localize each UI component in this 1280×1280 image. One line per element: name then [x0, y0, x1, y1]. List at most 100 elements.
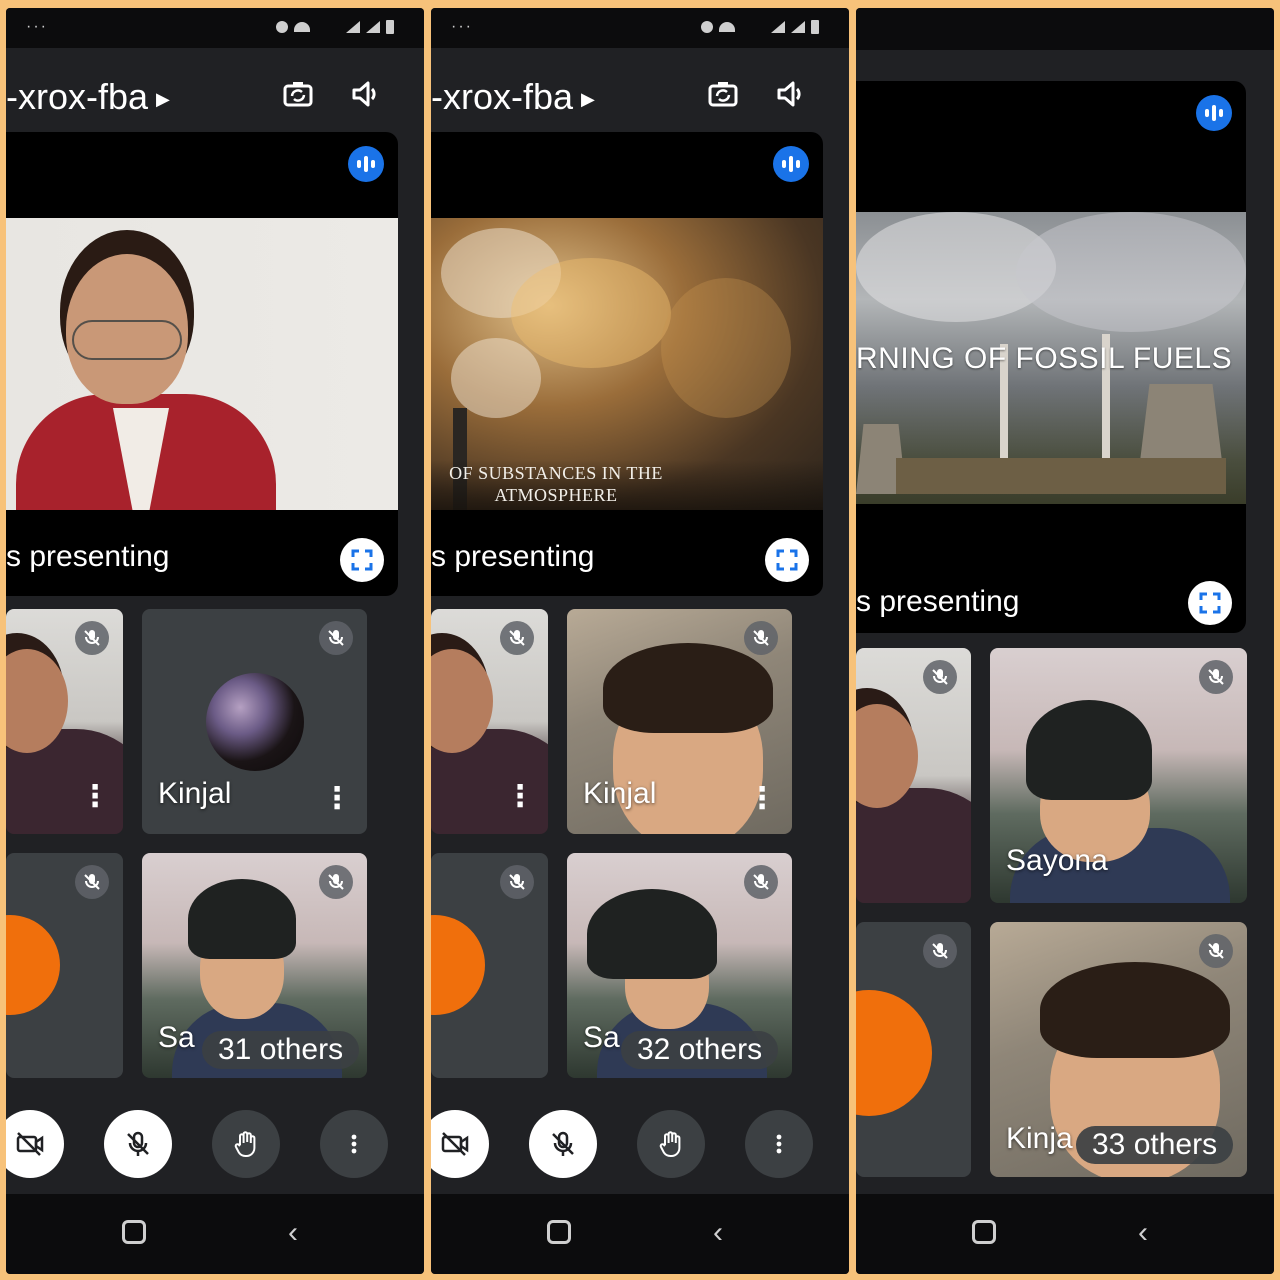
status-bar: ···: [6, 8, 424, 48]
mic-off-icon: [923, 934, 957, 968]
fullscreen-button[interactable]: [340, 538, 384, 582]
participant-tile-teacher[interactable]: ⋮: [6, 609, 123, 834]
participant-tile-sayona[interactable]: Sayona: [990, 648, 1247, 903]
more-vert-icon[interactable]: ⋮: [747, 781, 777, 816]
wifi-icon: [294, 22, 310, 32]
raise-hand-button[interactable]: [637, 1110, 705, 1178]
mic-off-icon: [500, 621, 534, 655]
status-icons: [276, 20, 394, 34]
more-options-button[interactable]: [320, 1110, 388, 1178]
participant-name: Kinjal: [158, 777, 232, 810]
status-bar: [856, 8, 1274, 50]
meeting-code-button[interactable]: -xrox-fba ▶: [6, 76, 170, 118]
others-count-chip[interactable]: 31 others: [202, 1031, 360, 1069]
shared-screen: OF SUBSTANCES IN THE ATMOSPHERE: [431, 218, 823, 510]
presentation-card: s presenting: [6, 132, 398, 596]
mic-off-icon: [1199, 934, 1233, 968]
camera-off-button[interactable]: [431, 1110, 489, 1178]
signal-icon: [346, 21, 360, 33]
camera-off-icon: [16, 1132, 44, 1156]
back-icon[interactable]: ‹: [1138, 1216, 1148, 1250]
audio-level-icon: [348, 146, 384, 182]
home-icon[interactable]: [122, 1220, 146, 1244]
slide-caption: OF SUBSTANCES IN THE ATMOSPHERE: [449, 463, 663, 505]
slide-title: RNING OF FOSSIL FUELS: [856, 342, 1233, 375]
avatar: [431, 915, 485, 1015]
speaker-icon[interactable]: [348, 76, 384, 112]
participant-tile-orange[interactable]: [431, 853, 548, 1078]
switch-camera-icon[interactable]: [280, 76, 316, 112]
others-count-chip[interactable]: 32 others: [621, 1031, 779, 1069]
mic-off-icon: [319, 865, 353, 899]
camera-off-button[interactable]: [6, 1110, 64, 1178]
fullscreen-button[interactable]: [1188, 581, 1232, 625]
signal-icon: [366, 21, 380, 33]
call-controls: [431, 1108, 849, 1178]
mic-off-icon: [744, 865, 778, 899]
more-vert-icon: [776, 1134, 782, 1154]
participant-tile-sayona[interactable]: Sa 31 others: [142, 853, 367, 1078]
mic-off-button[interactable]: [104, 1110, 172, 1178]
caret-right-icon: ▶: [581, 88, 595, 109]
mic-off-icon: [75, 865, 109, 899]
status-bar: ···: [431, 8, 849, 48]
speaker-icon[interactable]: [773, 76, 809, 112]
more-vert-icon[interactable]: ⋮: [80, 779, 110, 814]
participant-tile-orange[interactable]: [856, 922, 971, 1177]
wifi-icon: [719, 22, 735, 32]
audio-level-icon: [1196, 95, 1232, 131]
phone-screen-2: ··· -xrox-fba ▶ OF SUBSTANCES IN THE ATM…: [431, 8, 849, 1274]
meeting-code-button[interactable]: -xrox-fba ▶: [431, 76, 595, 118]
more-vert-icon[interactable]: ⋮: [505, 779, 535, 814]
signal-icon: [791, 21, 805, 33]
participant-name: Sayona: [1006, 844, 1108, 877]
more-vert-icon[interactable]: ⋮: [322, 781, 352, 816]
mic-off-button[interactable]: [529, 1110, 597, 1178]
camera-off-icon: [441, 1132, 469, 1156]
overflow-dots: ···: [26, 18, 48, 35]
more-options-button[interactable]: [745, 1110, 813, 1178]
avatar: [206, 673, 304, 771]
participant-tile-kinjal[interactable]: Kinjal ⋮: [567, 609, 792, 834]
avatar: [6, 915, 60, 1015]
call-controls: [6, 1108, 424, 1178]
system-nav-bar: ‹: [431, 1194, 849, 1274]
more-vert-icon: [351, 1134, 357, 1154]
participant-tile-orange[interactable]: [6, 853, 123, 1078]
system-nav-bar: ‹: [6, 1194, 424, 1274]
mic-off-icon: [552, 1131, 574, 1156]
meeting-code: -xrox-fba: [6, 76, 149, 117]
raise-hand-icon: [659, 1131, 681, 1157]
presenting-label: s presenting: [856, 585, 1020, 618]
back-icon[interactable]: ‹: [288, 1216, 298, 1250]
mic-off-icon: [127, 1131, 149, 1156]
participant-tile-teacher[interactable]: ⋮: [431, 609, 548, 834]
meeting-toolbar: -xrox-fba ▶: [6, 48, 424, 138]
status-icons: [701, 20, 819, 34]
switch-camera-icon[interactable]: [705, 76, 741, 112]
meeting-code: -xrox-fba: [431, 76, 574, 117]
avatar: [856, 990, 932, 1116]
mic-off-icon: [744, 621, 778, 655]
mic-off-icon: [500, 865, 534, 899]
phone-screen-3: RNING OF FOSSIL FUELS s presenting Sayon…: [856, 8, 1274, 1274]
volte-icon: [741, 21, 765, 33]
fullscreen-icon: [776, 549, 798, 571]
presentation-card: OF SUBSTANCES IN THE ATMOSPHERE s presen…: [431, 132, 823, 596]
back-icon[interactable]: ‹: [713, 1216, 723, 1250]
home-icon[interactable]: [547, 1220, 571, 1244]
home-icon[interactable]: [972, 1220, 996, 1244]
mic-off-icon: [1199, 660, 1233, 694]
fullscreen-button[interactable]: [765, 538, 809, 582]
participant-tile-teacher[interactable]: [856, 648, 971, 903]
participant-tile-sayona[interactable]: Sa 32 others: [567, 853, 792, 1078]
participant-tile-kinjal[interactable]: Kinjal ⋮: [142, 609, 367, 834]
others-count-chip[interactable]: 33 others: [1076, 1126, 1234, 1164]
participant-tile-kinjal[interactable]: Kinja 33 others: [990, 922, 1247, 1177]
participant-name: Sa: [158, 1021, 195, 1054]
battery-icon: [386, 20, 394, 34]
raise-hand-button[interactable]: [212, 1110, 280, 1178]
shared-screen: RNING OF FOSSIL FUELS: [856, 212, 1246, 504]
presentation-card: RNING OF FOSSIL FUELS s presenting: [856, 81, 1246, 633]
raise-hand-icon: [234, 1131, 256, 1157]
